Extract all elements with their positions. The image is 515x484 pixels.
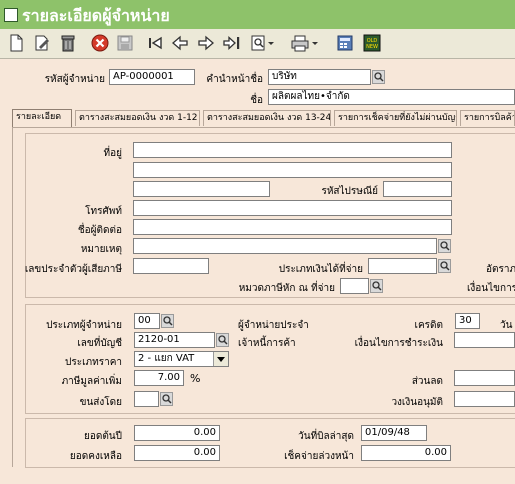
tab-uncleared-checks[interactable]: รายการเช็คจ่ายที่ยังไม่ผ่านบัญชี — [334, 110, 457, 126]
cancel-icon[interactable] — [90, 33, 110, 53]
tab-balance-13-24[interactable]: ตารางสะสมยอดเงิน งวด 13-24 — [203, 110, 331, 126]
tax-id-label: เลขประจำตัวผู้เสียภาษี — [24, 264, 122, 275]
name-field[interactable]: ผลิตผลไทย•จำกัด — [268, 89, 515, 105]
calculator-icon[interactable] — [335, 33, 355, 53]
postcode-field[interactable] — [383, 181, 452, 197]
payment-terms-field[interactable] — [454, 332, 515, 348]
vendor-code-label: รหัสผู้จำหน่าย — [44, 74, 105, 85]
account-desc: เจ้าหนี้การค้า — [238, 338, 296, 349]
ship-by-lookup-icon[interactable] — [160, 392, 173, 406]
advance-check-field[interactable]: 0.00 — [361, 445, 451, 461]
print-icon[interactable] — [290, 33, 318, 53]
last-bill-date-field[interactable]: 01/09/48 — [361, 425, 427, 441]
price-type-select[interactable]: 2 - แยก VAT — [134, 351, 229, 367]
days-unit-label: วัน — [500, 320, 513, 331]
vendor-code-field[interactable]: AP-0000001 — [109, 69, 195, 85]
postcode-label: รหัสไปรษณีย์ — [321, 186, 378, 197]
next-icon[interactable] — [196, 33, 216, 53]
condition-label: เงื่อนไขการ — [467, 283, 515, 294]
payment-terms-label: เงื่อนไขการชำระเงิน — [354, 338, 443, 349]
discount-label: ส่วนลด — [411, 376, 443, 387]
title-bar: รายละเอียดผู้จำหน่าย — [0, 0, 515, 30]
price-type-label: ประเภทราคา — [65, 357, 122, 368]
vendor-type-lookup-icon[interactable] — [161, 314, 174, 328]
account-no-lookup-icon[interactable] — [216, 333, 229, 347]
remaining-balance-field[interactable]: 0.00 — [134, 445, 220, 461]
phone-label: โทรศัพท์ — [85, 206, 122, 217]
tab-balance-1-12[interactable]: ตารางสะสมยอดเงิน งวด 1-12 — [75, 110, 200, 126]
address-line-3[interactable] — [133, 181, 270, 197]
rate-label: อัตราภ — [486, 264, 515, 275]
vendor-type-label: ประเภทผู้จำหน่าย — [46, 320, 122, 331]
advance-check-label: เช็คจ่ายล่วงหน้า — [284, 451, 354, 462]
tab-strip: รายละเอียด ตารางสะสมยอดเงิน งวด 1-12 ตาร… — [12, 109, 515, 127]
income-type-lookup-icon[interactable] — [438, 259, 451, 273]
vendor-type-desc: ผู้จำหน่ายประจำ — [238, 320, 309, 331]
credit-limit-label: วงเงินอนุมัติ — [391, 397, 443, 408]
edit-icon[interactable] — [32, 33, 52, 53]
ship-by-label: ขนส่งโดย — [79, 397, 122, 408]
vat-rate-field[interactable]: 7.00 — [134, 370, 184, 386]
credit-label: เครดิต — [414, 320, 443, 331]
prefix-lookup-icon[interactable] — [372, 70, 385, 84]
find-icon[interactable] — [250, 33, 274, 53]
income-type-label: ประเภทเงินได้ที่จ่าย — [278, 264, 363, 275]
contact-label: ชื่อผู้ติดต่อ — [77, 225, 122, 236]
note-label: หมายเหตุ — [80, 244, 122, 255]
discount-field[interactable] — [454, 370, 515, 386]
account-no-field[interactable]: 2120-01 — [134, 332, 215, 348]
last-bill-date-label: วันที่บิลล่าสุด — [298, 431, 354, 442]
ship-by-field[interactable] — [134, 391, 159, 407]
withholding-label: หมวดภาษีหัก ณ ที่จ่าย — [238, 283, 335, 294]
price-type-value: 2 - แยก VAT — [138, 353, 195, 364]
vendor-type-field[interactable]: 00 — [134, 313, 160, 329]
old-new-icon[interactable]: OLD NEW — [362, 33, 382, 53]
opening-balance-field[interactable]: 0.00 — [134, 425, 220, 441]
withholding-field[interactable] — [340, 278, 369, 294]
remaining-balance-label: ยอดคงเหลือ — [69, 451, 122, 462]
prev-icon[interactable] — [170, 33, 190, 53]
opening-balance-label: ยอดต้นปี — [83, 431, 122, 442]
tax-id-field[interactable] — [133, 258, 209, 274]
address-line-2[interactable] — [133, 162, 452, 178]
income-type-field[interactable] — [368, 258, 437, 274]
credit-days-field[interactable]: 30 — [455, 313, 480, 329]
withholding-lookup-icon[interactable] — [370, 279, 383, 293]
prefix-label: คำนำหน้าชื่อ — [206, 74, 263, 85]
account-no-label: เลขที่บัญชี — [77, 338, 122, 349]
window-title: รายละเอียดผู้จำหน่าย — [22, 6, 170, 25]
last-icon[interactable] — [222, 33, 242, 53]
tab-details[interactable]: รายละเอียด — [12, 109, 72, 127]
window-icon — [4, 8, 18, 22]
chevron-down-icon[interactable] — [213, 352, 228, 366]
address-label: ที่อยู่ — [103, 148, 122, 159]
first-icon[interactable] — [145, 33, 165, 53]
toolbar: OLD NEW — [0, 29, 515, 59]
credit-limit-field[interactable] — [454, 391, 515, 407]
address-line-1[interactable] — [133, 142, 452, 158]
note-lookup-icon[interactable] — [438, 239, 451, 253]
note-field[interactable] — [133, 238, 437, 254]
name-label: ชื่อ — [250, 95, 263, 106]
svg-text:NEW: NEW — [366, 44, 378, 50]
vat-label: ภาษีมูลค่าเพิ่ม — [61, 376, 122, 387]
phone-field[interactable] — [133, 200, 452, 216]
contact-field[interactable] — [133, 219, 452, 235]
save-icon[interactable] — [115, 33, 135, 53]
new-icon[interactable] — [6, 33, 26, 53]
vat-unit-label: % — [190, 372, 201, 385]
delete-icon[interactable] — [58, 33, 78, 53]
prefix-field[interactable]: บริษัท — [268, 69, 371, 85]
tab-outstanding-bills[interactable]: รายการบิลค้างจ่าย — [460, 110, 515, 126]
